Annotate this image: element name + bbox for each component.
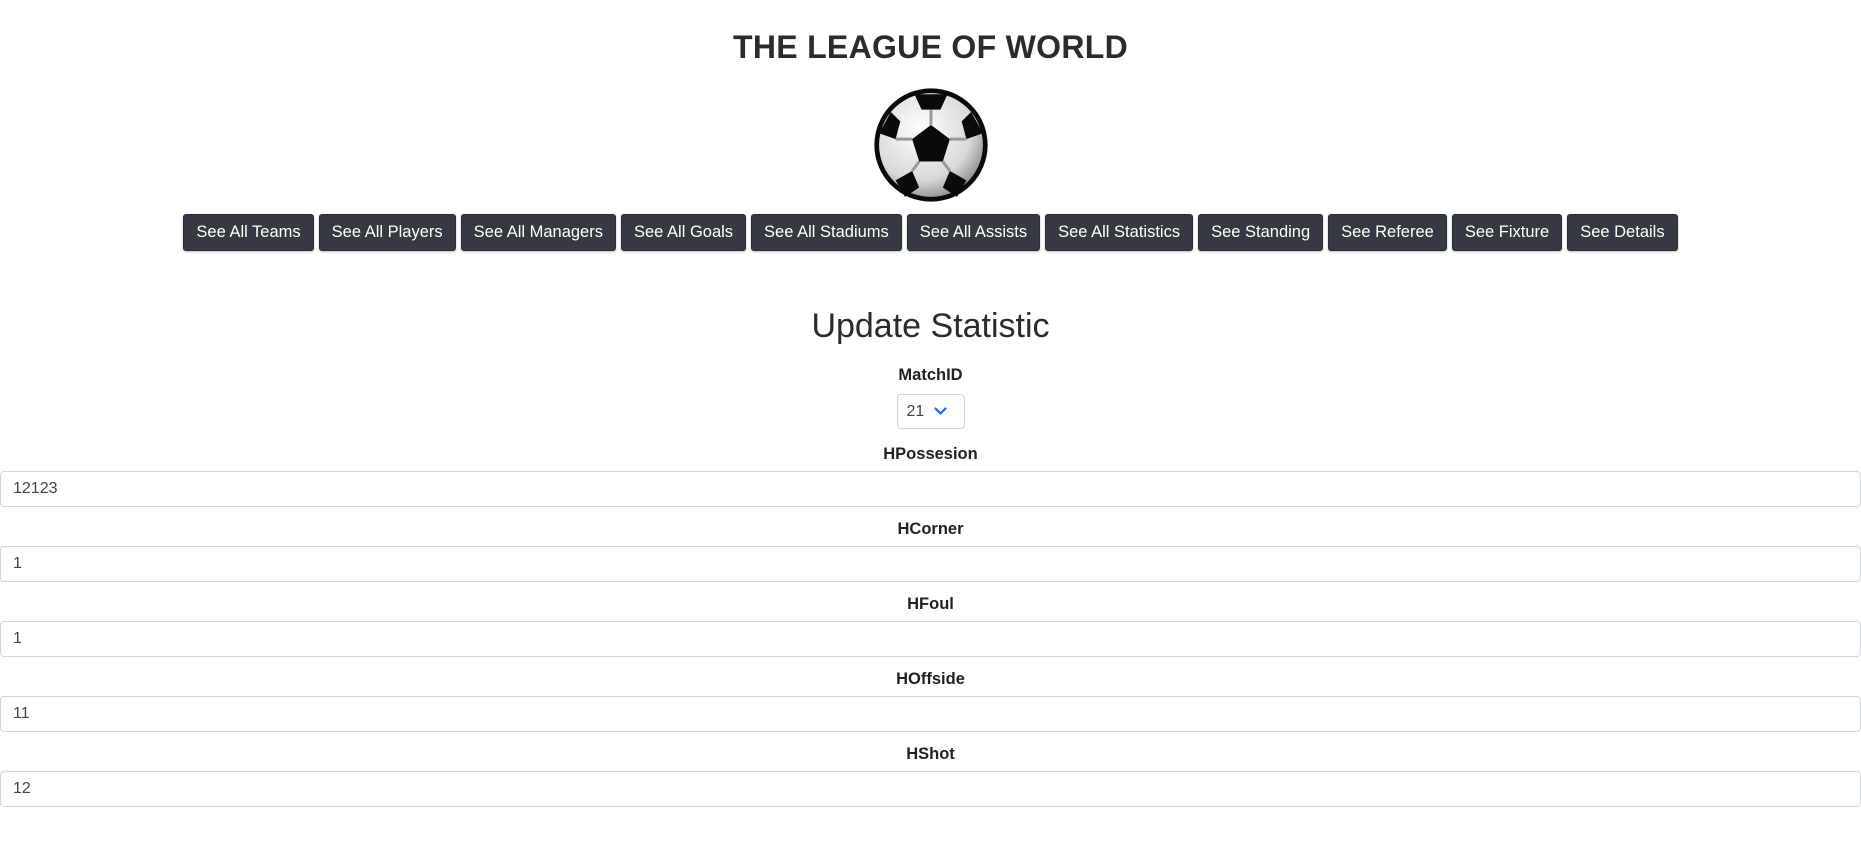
nav-bar: See All Teams See All Players See All Ma… xyxy=(0,214,1861,251)
hpossesion-input[interactable] xyxy=(0,471,1861,507)
update-statistic-form: MatchID 21 HPossesion HCorner HFoul HOff… xyxy=(0,362,1861,807)
matchid-selected-value: 21 xyxy=(906,402,925,420)
hpossesion-label: HPossesion xyxy=(883,445,978,463)
see-all-goals-button[interactable]: See All Goals xyxy=(620,214,747,251)
see-all-assists-button[interactable]: See All Assists xyxy=(906,214,1041,251)
logo xyxy=(0,86,1861,204)
hfoul-input[interactable] xyxy=(0,621,1861,657)
see-details-button[interactable]: See Details xyxy=(1567,214,1678,251)
see-all-managers-button[interactable]: See All Managers xyxy=(460,214,616,251)
hshot-input[interactable] xyxy=(0,771,1861,807)
matchid-select[interactable]: 21 xyxy=(896,394,965,429)
see-all-teams-button[interactable]: See All Teams xyxy=(183,214,314,251)
see-all-stadiums-button[interactable]: See All Stadiums xyxy=(751,214,902,251)
hfoul-label: HFoul xyxy=(907,595,954,613)
chevron-down-icon xyxy=(934,407,947,416)
see-all-statistics-button[interactable]: See All Statistics xyxy=(1045,214,1194,251)
see-standing-button[interactable]: See Standing xyxy=(1198,214,1324,251)
hoffside-input[interactable] xyxy=(0,696,1861,732)
see-fixture-button[interactable]: See Fixture xyxy=(1451,214,1563,251)
hshot-label: HShot xyxy=(906,745,955,763)
see-all-players-button[interactable]: See All Players xyxy=(318,214,456,251)
hcorner-label: HCorner xyxy=(897,520,964,538)
matchid-label: MatchID xyxy=(898,366,963,384)
form-title: Update Statistic xyxy=(811,307,1050,345)
hcorner-input[interactable] xyxy=(0,546,1861,582)
see-referee-button[interactable]: See Referee xyxy=(1328,214,1447,251)
site-title: THE LEAGUE OF WORLD xyxy=(732,29,1128,65)
hoffside-label: HOffside xyxy=(896,670,965,688)
soccer-ball-icon xyxy=(873,88,988,202)
